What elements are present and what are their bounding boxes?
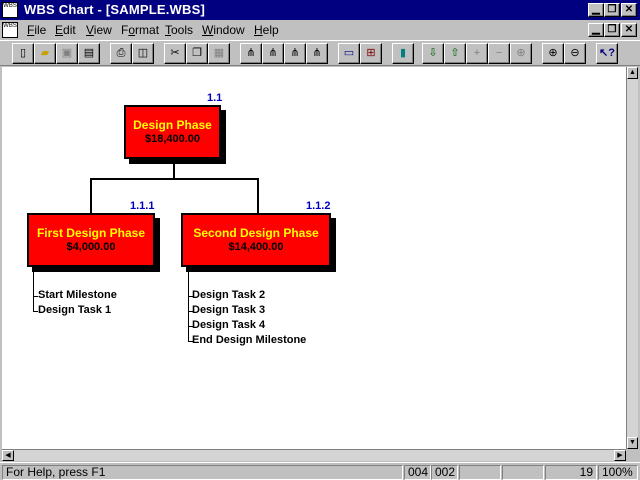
move-up-icon[interactable]: ⇧	[444, 43, 466, 64]
wbs-node-second-design-phase[interactable]: Second Design Phase $14,400.00	[181, 213, 331, 267]
zoom-in-icon[interactable]: ⊕	[542, 43, 564, 64]
layout-2-icon[interactable]: ⋔	[262, 43, 284, 64]
status-help-text: For Help, press F1	[2, 465, 403, 480]
doc-restore-button[interactable]: ❐	[604, 23, 620, 37]
vertical-scrollbar[interactable]: ▲ ▼	[626, 67, 638, 449]
doc-minimize-button[interactable]: ▁	[588, 23, 604, 37]
view-box-icon[interactable]: ▭	[338, 43, 360, 64]
status-count: 19	[545, 465, 597, 480]
menu-tools[interactable]: Tools	[165, 23, 193, 37]
window-title: WBS Chart - [SAMPLE.WBS]	[24, 2, 206, 17]
scrollbar-corner	[626, 449, 638, 461]
menu-view-label: iew	[93, 23, 112, 37]
menu-help-accel: H	[254, 23, 263, 37]
menu-help[interactable]: Help	[254, 23, 279, 37]
menu-file-label: ile	[34, 23, 47, 37]
copy-icon[interactable]: ❐	[186, 43, 208, 64]
horizontal-scrollbar[interactable]: ◀ ▶	[2, 449, 626, 461]
status-bar: For Help, press F1 004 002 19 100%	[0, 462, 640, 480]
close-button[interactable]: ✕	[621, 3, 637, 17]
task-item[interactable]: Start Milestone	[38, 289, 117, 301]
task-item[interactable]: Design Task 4	[192, 319, 265, 331]
menu-window[interactable]: Window	[202, 23, 245, 37]
scroll-right-arrow-icon[interactable]: ▶	[614, 450, 626, 461]
node-title: Second Design Phase	[193, 226, 319, 240]
status-zoom: 100%	[598, 465, 638, 480]
menu-format-label: rmat	[135, 23, 160, 37]
child2-node-id: 1.1.2	[306, 200, 331, 212]
node-cost: $14,400.00	[228, 241, 284, 253]
status-empty-2	[502, 465, 544, 480]
task-item[interactable]: Design Task 1	[38, 304, 111, 316]
title-bar: WBS WBS Chart - [SAMPLE.WBS] ▁ ❐ ✕	[0, 0, 640, 20]
menu-window-accel: W	[202, 23, 214, 37]
node-title: First Design Phase	[36, 226, 146, 240]
layout-3-icon[interactable]: ⋔	[284, 43, 306, 64]
open-folder-icon[interactable]: ▰	[34, 43, 56, 64]
cut-icon[interactable]: ✂	[164, 43, 186, 64]
menu-view-accel: V	[86, 23, 94, 37]
scroll-up-arrow-icon[interactable]: ▲	[627, 67, 638, 79]
connector-horizontal	[90, 178, 259, 180]
view-tree-icon[interactable]: ⊞	[360, 43, 382, 64]
task-item[interactable]: Design Task 3	[192, 304, 265, 316]
menu-tools-label: ools	[171, 23, 194, 37]
save-icon[interactable]: ▣	[56, 43, 78, 64]
node-cost: $4,000.00	[66, 241, 116, 253]
wbs-node-root[interactable]: Design Phase $18,400.00	[124, 105, 221, 159]
child1-node-id: 1.1.1	[130, 200, 155, 212]
layout-4-icon[interactable]: ⋔	[306, 43, 328, 64]
print-icon[interactable]: ⎙	[110, 43, 132, 64]
document-icon[interactable]: WBS	[2, 22, 18, 38]
menu-file[interactable]: File	[27, 23, 46, 37]
menu-bar: WBS File Edit View Format Tools Window H…	[0, 20, 640, 40]
add-icon[interactable]: +	[466, 43, 488, 64]
task-properties-icon[interactable]: ▮	[392, 43, 414, 64]
connector-root-down	[173, 158, 175, 178]
doc-close-button[interactable]: ✕	[621, 23, 637, 37]
status-col1: 004	[404, 465, 431, 480]
new-file-icon[interactable]: ▯	[12, 43, 34, 64]
add-sub-icon[interactable]: ⊕	[510, 43, 532, 64]
task-item[interactable]: Design Task 2	[192, 289, 265, 301]
task-tree-line-child1	[33, 272, 34, 312]
wbs-chart-canvas[interactable]: 1.1 Design Phase $18,400.00 1.1.1 First …	[2, 67, 626, 449]
paste-icon[interactable]: ▦	[208, 43, 230, 64]
remove-icon[interactable]: −	[488, 43, 510, 64]
menu-edit-label: dit	[63, 23, 76, 37]
menu-window-label: indow	[213, 23, 245, 37]
move-down-icon[interactable]: ⇩	[422, 43, 444, 64]
restore-button[interactable]: ❐	[604, 3, 620, 17]
zoom-out-icon[interactable]: ⊖	[564, 43, 586, 64]
minimize-button[interactable]: ▁	[588, 3, 604, 17]
menu-view[interactable]: View	[86, 23, 112, 37]
task-item[interactable]: End Design Milestone	[192, 334, 306, 346]
scroll-down-arrow-icon[interactable]: ▼	[627, 437, 638, 449]
app-icon[interactable]: WBS	[2, 2, 18, 18]
menu-edit-accel: E	[55, 23, 64, 37]
layout-1-icon[interactable]: ⋔	[240, 43, 262, 64]
status-col2: 002	[431, 465, 458, 480]
menu-help-label: elp	[262, 23, 279, 37]
save-as-icon[interactable]: ▤	[78, 43, 100, 64]
scroll-left-arrow-icon[interactable]: ◀	[2, 450, 14, 461]
root-node-id: 1.1	[207, 92, 223, 104]
status-empty-1	[459, 465, 501, 480]
node-title: Design Phase	[133, 118, 212, 132]
node-cost: $18,400.00	[144, 133, 201, 145]
print-preview-icon[interactable]: ◫	[132, 43, 154, 64]
task-tree-line-child2	[188, 272, 189, 342]
context-help-icon[interactable]: ↖?	[596, 43, 618, 64]
toolbar: ▯ ▰ ▣ ▤ ⎙ ◫ ✂ ❐ ▦ ⋔ ⋔ ⋔ ⋔ ▭ ⊞ ▮ ⇩ ⇧ + − …	[0, 40, 640, 66]
menu-format[interactable]: Format	[121, 23, 159, 37]
wbs-node-first-design-phase[interactable]: First Design Phase $4,000.00	[27, 213, 155, 267]
menu-edit[interactable]: Edit	[55, 23, 76, 37]
